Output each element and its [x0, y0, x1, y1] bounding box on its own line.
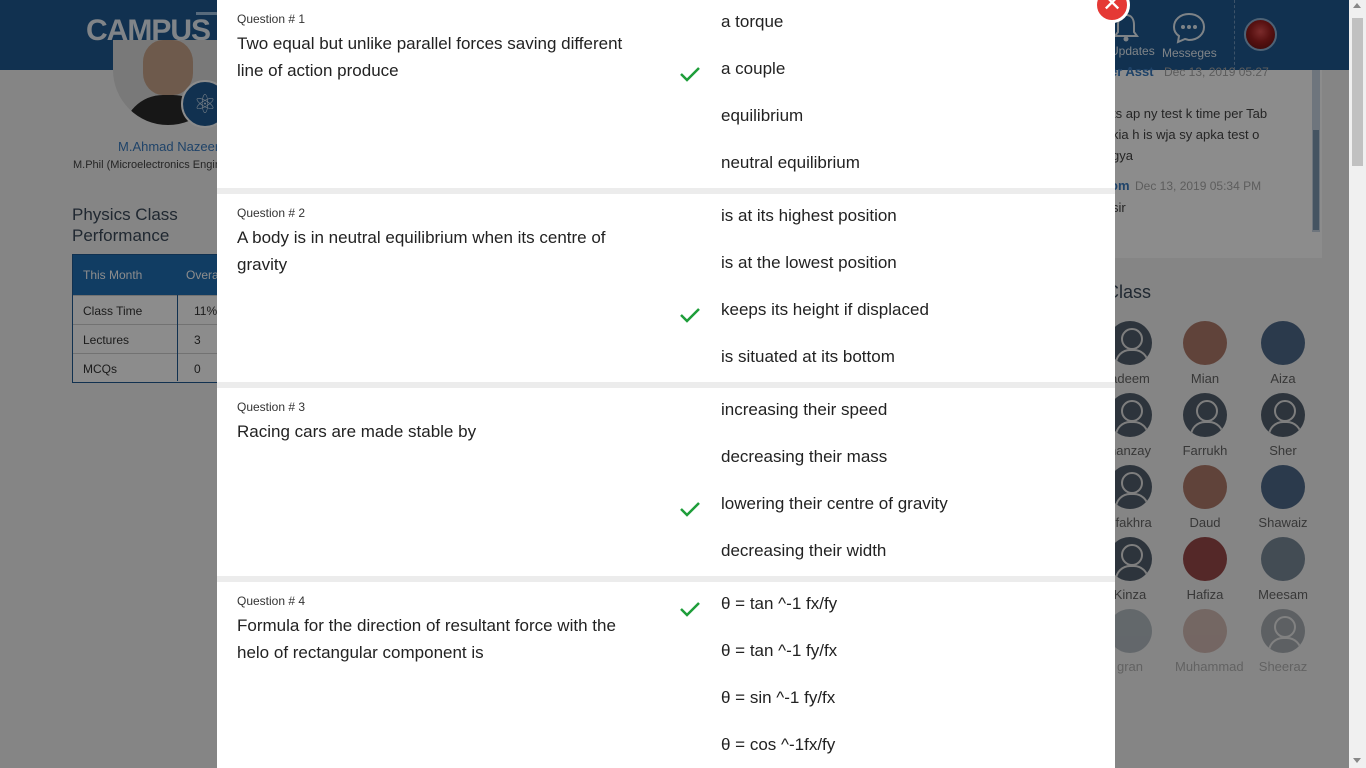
checkmark-icon — [680, 308, 700, 323]
question-text: Formula for the direction of resultant f… — [237, 616, 616, 662]
checkmark-icon — [680, 67, 700, 82]
answer-option: a torque — [721, 12, 784, 31]
question-card: Question # 1 Two equal but unlike paralle… — [217, 0, 1115, 188]
question-number: Question # 1 — [237, 12, 306, 26]
question-number: Question # 4 — [237, 594, 306, 608]
answer-option: decreasing their width — [721, 541, 887, 560]
answer-option: increasing their speed — [721, 400, 888, 419]
question-number: Question # 3 — [237, 400, 306, 414]
answer-option: decreasing their mass — [721, 447, 888, 466]
page-scrollbar-thumb[interactable] — [1352, 18, 1363, 166]
answer-option: is at the lowest position — [721, 253, 897, 272]
correct-option: a couple — [721, 59, 786, 78]
question-text: A body is in neutral equilibrium when it… — [237, 228, 606, 274]
question-card: Question # 4 Formula for the direction of… — [217, 582, 1115, 768]
question-number: Question # 2 — [237, 206, 306, 220]
answer-option: is at its highest position — [721, 206, 897, 225]
answer-option: is situated at its bottom — [721, 347, 895, 366]
correct-option: keeps its height if displaced — [721, 300, 929, 319]
correct-option: θ = tan ^-1 fx/fy — [721, 594, 838, 613]
answer-option: equilibrium — [721, 106, 804, 125]
answer-option: θ = cos ^-1fx/fy — [721, 735, 836, 754]
answer-option: neutral equilibrium — [721, 153, 860, 172]
checkmark-icon — [680, 502, 700, 517]
question-card: Question # 2 A body is in neutral equilib… — [217, 194, 1115, 382]
answer-option: θ = tan ^-1 fy/fx — [721, 641, 838, 660]
question-card: Question # 3 Racing cars are made stable … — [217, 388, 1115, 576]
scroll-down-arrow-icon[interactable] — [1353, 758, 1361, 763]
checkmark-icon — [680, 602, 700, 617]
answer-option: θ = sin ^-1 fy/fx — [721, 688, 836, 707]
question-text: Racing cars are made stable by — [237, 422, 477, 441]
scroll-up-arrow-icon[interactable] — [1353, 3, 1361, 8]
correct-option: lowering their centre of gravity — [721, 494, 948, 513]
quiz-results-modal: Question # 1 Two equal but unlike paralle… — [217, 0, 1115, 768]
question-text: Two equal but unlike parallel forces sav… — [237, 34, 623, 80]
